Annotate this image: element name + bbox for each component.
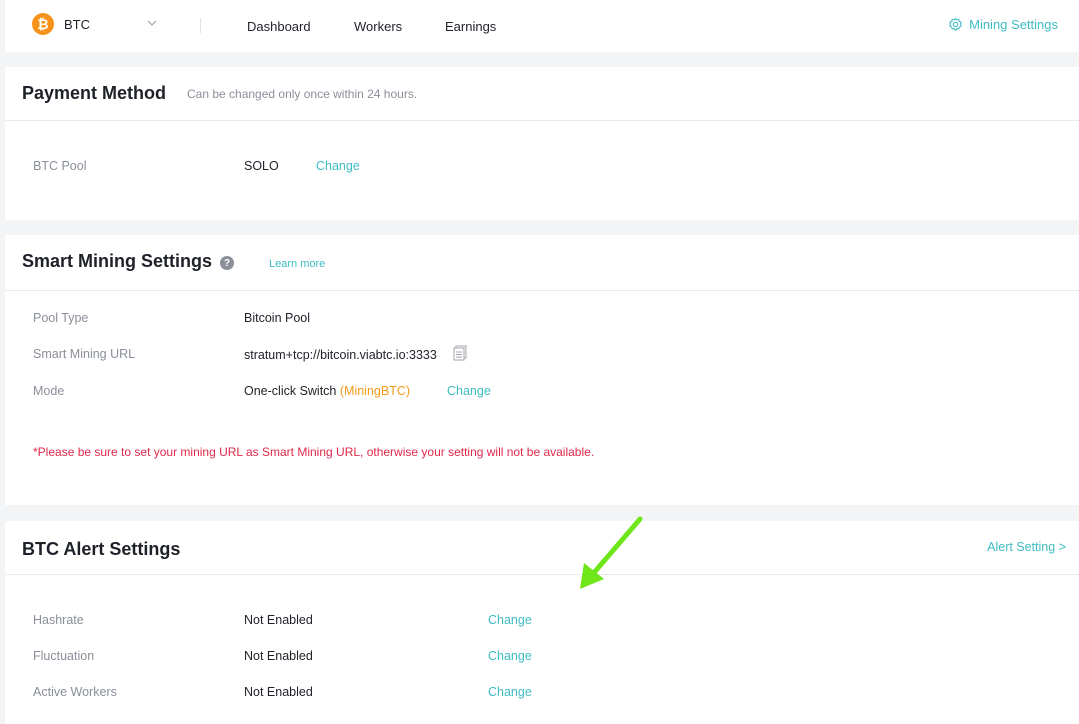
gear-icon xyxy=(949,17,962,31)
fluctuation-value: Not Enabled xyxy=(244,649,313,663)
bitcoin-icon: ₿ xyxy=(32,13,54,35)
help-icon[interactable]: ? xyxy=(220,256,234,270)
pool-type-value: Bitcoin Pool xyxy=(244,311,311,325)
smart-mining-section: Smart Mining Settings ? Learn more Pool … xyxy=(5,235,1079,505)
fluctuation-change-button[interactable]: Change xyxy=(488,649,532,663)
green-arrow-icon xyxy=(580,516,643,589)
mode-coin: (MiningBTC) xyxy=(339,384,411,398)
smart-mining-header: Smart Mining Settings ? Learn more xyxy=(5,235,1079,291)
mode-label: Mode xyxy=(33,384,65,398)
smart-mining-url-value: stratum+tcp://bitcoin.viabtc.io:3333 xyxy=(244,348,437,362)
mining-settings-label: Mining Settings xyxy=(969,17,1058,32)
mode-value-text: One-click Switch xyxy=(244,384,337,398)
mining-settings-link[interactable]: Mining Settings xyxy=(948,17,1058,32)
smart-mining-url-label: Smart Mining URL xyxy=(33,347,136,361)
nav-divider xyxy=(200,18,201,33)
active-workers-value: Not Enabled xyxy=(244,685,313,699)
hashrate-label: Hashrate xyxy=(33,613,84,627)
top-navigation-bar: ₿ BTC Dashboard Workers Earnings Mining … xyxy=(5,0,1079,52)
mode-change-button[interactable]: Change xyxy=(447,384,491,398)
nav-dashboard[interactable]: Dashboard xyxy=(247,19,311,34)
hashrate-value: Not Enabled xyxy=(244,613,313,627)
smart-mining-title: Smart Mining Settings xyxy=(22,251,213,271)
payment-method-note: Can be changed only once within 24 hours… xyxy=(187,87,418,101)
chevron-down-icon[interactable] xyxy=(144,15,160,31)
nav-workers[interactable]: Workers xyxy=(354,19,402,34)
nav-earnings[interactable]: Earnings xyxy=(445,19,496,34)
payment-method-header: Payment Method Can be changed only once … xyxy=(5,67,1079,121)
active-workers-label: Active Workers xyxy=(33,685,117,699)
alert-settings-section: BTC Alert Settings Alert Setting > Hashr… xyxy=(5,521,1079,724)
fluctuation-label: Fluctuation xyxy=(33,649,95,663)
learn-more-link[interactable]: Learn more xyxy=(269,258,325,270)
hashrate-change-button[interactable]: Change xyxy=(488,613,532,627)
alert-setting-link[interactable]: Alert Setting > xyxy=(987,540,1066,554)
coin-name: BTC xyxy=(64,16,90,32)
active-workers-change-button[interactable]: Change xyxy=(488,685,532,699)
alert-settings-title: BTC Alert Settings xyxy=(22,539,181,559)
coin-selector[interactable]: ₿ BTC xyxy=(32,13,157,35)
mode-value: One-click Switch (MiningBTC) xyxy=(244,384,410,398)
alert-settings-header: BTC Alert Settings Alert Setting > xyxy=(5,521,1079,575)
payment-method-title: Payment Method xyxy=(22,83,167,103)
smart-mining-warning: *Please be sure to set your mining URL a… xyxy=(33,445,595,459)
pool-type-label: Pool Type xyxy=(33,311,89,325)
copy-icon[interactable] xyxy=(453,345,467,361)
payment-change-button[interactable]: Change xyxy=(316,159,360,173)
payment-method-section: Payment Method Can be changed only once … xyxy=(5,67,1079,220)
btc-pool-label: BTC Pool xyxy=(33,159,87,173)
btc-pool-value: SOLO xyxy=(244,159,279,173)
